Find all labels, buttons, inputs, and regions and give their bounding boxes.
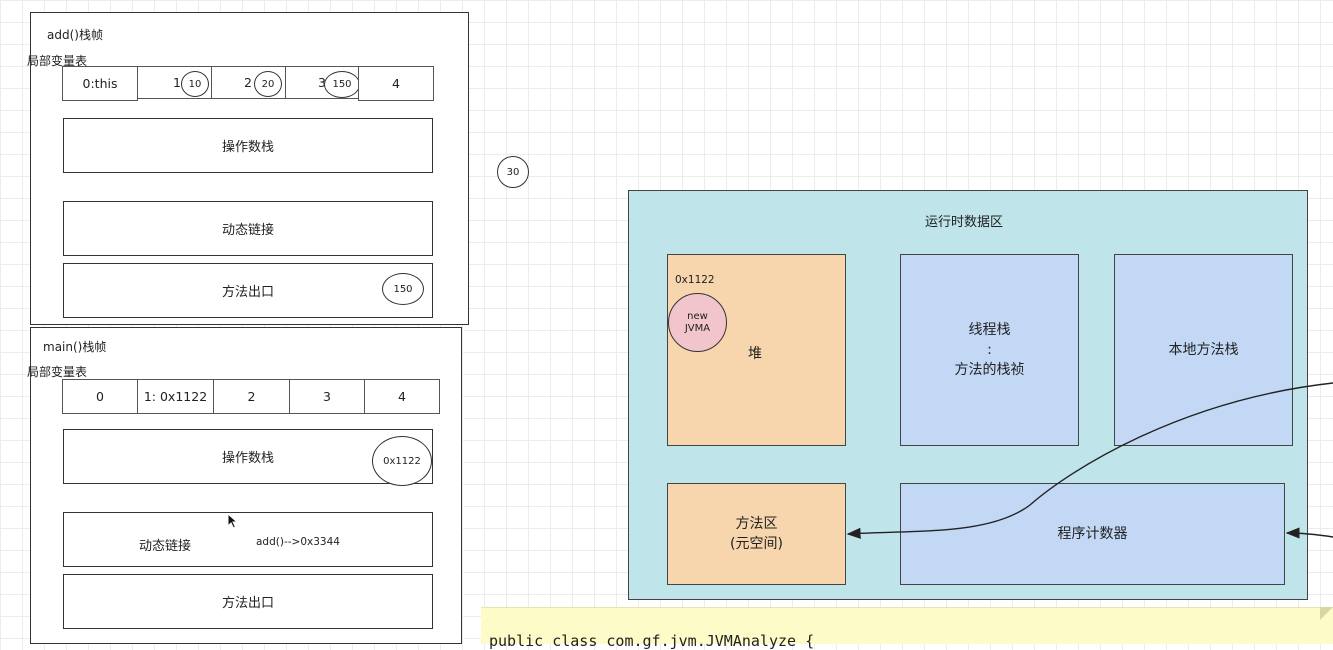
note-corner-fold <box>1320 607 1333 620</box>
arrow-to-method-area <box>846 382 1333 539</box>
connector-arrows <box>846 382 1333 539</box>
arrow-to-program-counter <box>1285 527 1333 539</box>
code-note: public class com.gf.jvm.JVMAnalyze { <box>481 607 1333 650</box>
code-note-text: public class com.gf.jvm.JVMAnalyze { <box>489 632 815 650</box>
